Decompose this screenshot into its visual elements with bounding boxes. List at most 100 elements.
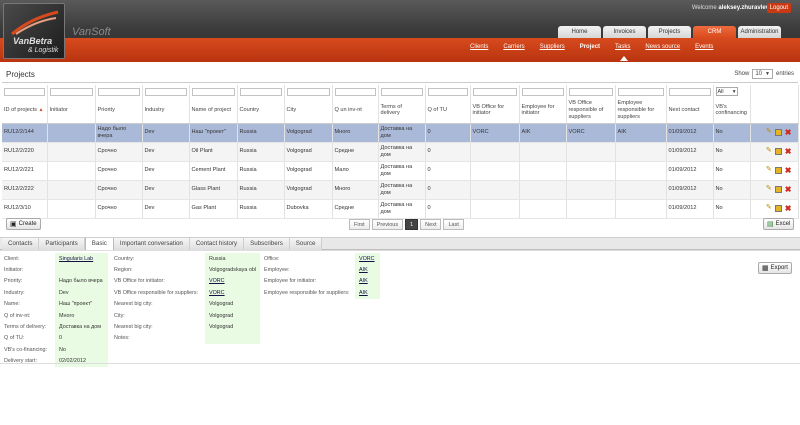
detail-link[interactable]: VORC <box>205 275 260 288</box>
filter-input[interactable] <box>144 87 187 96</box>
table-row[interactable]: RU12/3/10 Срочно Dev Gas Plant Russia Dubovka… <box>2 199 799 219</box>
table-cell <box>519 199 567 219</box>
column-header[interactable]: Terms of delivery <box>378 98 426 124</box>
copy-icon[interactable] <box>774 205 782 212</box>
detail-link[interactable]: Singularis Lab <box>55 253 108 265</box>
filter-all-select[interactable]: All ▾ <box>715 87 738 96</box>
delete-icon[interactable]: ✖ <box>785 148 792 156</box>
filter-input[interactable] <box>472 87 517 96</box>
table-cell <box>615 161 667 181</box>
create-button[interactable]: ▣ Create <box>6 218 41 230</box>
table-row[interactable]: RU12/2/220 Срочно Dev Oil Plant Russia Volgog… <box>2 142 799 162</box>
filter-input[interactable] <box>97 87 140 96</box>
tab-crm[interactable]: CRM <box>693 26 736 38</box>
column-header[interactable]: ID of projects ▲ <box>2 98 48 124</box>
copy-icon[interactable] <box>774 129 782 136</box>
column-header[interactable]: Initiator <box>47 98 96 124</box>
tab-participants[interactable]: Participants <box>39 238 85 250</box>
filter-input[interactable] <box>427 87 468 96</box>
tab-important-conversation[interactable]: Important conversation <box>113 238 190 250</box>
tab-administration[interactable]: Administration <box>738 26 781 38</box>
subnav-project[interactable]: Project <box>580 44 600 50</box>
pager-first[interactable]: First <box>349 219 370 230</box>
subnav-tasks[interactable]: Tasks <box>615 44 630 50</box>
column-header[interactable]: City <box>284 98 333 124</box>
filter-input[interactable] <box>521 87 564 96</box>
column-header[interactable]: Country <box>237 98 285 124</box>
tab-contacts[interactable]: Contacts <box>2 238 40 250</box>
column-header[interactable]: VB Office responsible of suppliers <box>566 98 616 124</box>
pager-last[interactable]: Last <box>443 219 464 230</box>
detail-link[interactable]: VORC <box>205 287 260 299</box>
subnav-events[interactable]: Events <box>695 44 713 50</box>
filter-input[interactable] <box>334 87 376 96</box>
copy-icon[interactable] <box>774 186 782 193</box>
column-header[interactable]: Employee for initiator <box>519 98 567 124</box>
table-cell: Cement Plant <box>189 161 238 181</box>
pager-page-1[interactable]: 1 <box>405 219 419 230</box>
detail-label: Nearest big city: <box>114 324 153 331</box>
copy-icon[interactable] <box>774 167 782 174</box>
table-cell <box>470 199 520 219</box>
filter-input[interactable] <box>668 87 711 96</box>
pagination: First Previous 1 Next Last <box>349 219 464 230</box>
detail-link[interactable]: AIK <box>355 264 380 276</box>
tab-subscribers[interactable]: Subscribers <box>244 238 290 250</box>
tab-invoices[interactable]: Invoices <box>603 26 646 38</box>
detail-label: Nearest big city: <box>114 301 153 308</box>
pager-previous[interactable]: Previous <box>371 219 404 230</box>
table-cell: Средне <box>332 199 379 219</box>
table-row[interactable]: RU12/2/221 Срочно Dev Cement Plant Russia Vol… <box>2 161 799 181</box>
delete-icon[interactable]: ✖ <box>785 167 792 175</box>
column-header[interactable]: VB Office for initiator <box>470 98 520 124</box>
table-cell <box>566 180 616 200</box>
show-entries-select[interactable]: 10 ▼ <box>752 69 773 79</box>
detail-label: Client: <box>4 255 20 262</box>
column-header[interactable]: Q un inv-nt <box>332 98 379 124</box>
table-row[interactable]: RU12/2/222 Срочно Dev Glass Plant Russia Volg… <box>2 180 799 200</box>
export-button[interactable]: ▦ Export <box>758 262 792 274</box>
logo[interactable]: VanBetra & Logistik <box>3 3 65 59</box>
column-header[interactable]: Industry <box>142 98 190 124</box>
filter-input[interactable] <box>286 87 330 96</box>
filter-input[interactable] <box>568 87 613 96</box>
logout-button[interactable]: Logout <box>766 3 791 13</box>
filter-input[interactable] <box>4 87 45 96</box>
column-header[interactable]: Name of project <box>189 98 238 124</box>
detail-link[interactable]: AIK <box>355 275 380 288</box>
filter-input[interactable] <box>239 87 282 96</box>
delete-icon[interactable]: ✖ <box>785 205 792 213</box>
detail-column-3: Office: VORC Employee: AIK Employee for init… <box>260 253 380 299</box>
edit-icon[interactable]: ✎ <box>766 204 772 212</box>
filter-input[interactable] <box>380 87 423 96</box>
edit-icon[interactable]: ✎ <box>766 185 772 193</box>
subnav-news-source[interactable]: News source <box>645 44 680 50</box>
filter-input[interactable] <box>191 87 235 96</box>
edit-icon[interactable]: ✎ <box>766 166 772 174</box>
tab-projects[interactable]: Projects <box>648 26 691 38</box>
filter-input[interactable] <box>617 87 664 96</box>
filter-input[interactable] <box>49 87 93 96</box>
tab-contact-history[interactable]: Contact history <box>189 238 245 250</box>
column-header[interactable]: Employee responsible for suppliers <box>615 98 667 124</box>
copy-icon[interactable] <box>774 148 782 155</box>
tab-source[interactable]: Source <box>289 238 323 250</box>
excel-button[interactable]: ▤ Excel <box>763 218 795 230</box>
detail-link[interactable]: VORC <box>355 253 380 265</box>
column-header[interactable]: Q of TU <box>425 98 471 124</box>
table-row[interactable]: RU12/2/144 Надо было вчера Dev Наш "проект"… <box>2 123 799 143</box>
subnav-clients[interactable]: Clients <box>470 44 488 50</box>
column-header[interactable]: Priority <box>95 98 143 124</box>
pager-next[interactable]: Next <box>420 219 442 230</box>
tab-home[interactable]: Home <box>558 26 601 38</box>
table-cell: Russia <box>237 123 285 143</box>
subnav-suppliers[interactable]: Suppliers <box>540 44 565 50</box>
edit-icon[interactable]: ✎ <box>766 128 772 136</box>
edit-icon[interactable]: ✎ <box>766 147 772 155</box>
subnav-carriers[interactable]: Carriers <box>503 44 524 50</box>
delete-icon[interactable]: ✖ <box>785 129 792 137</box>
column-header[interactable]: Next contact <box>666 98 714 124</box>
detail-link[interactable]: AIK <box>355 287 380 299</box>
column-header[interactable]: VB's confinancing <box>713 98 751 124</box>
delete-icon[interactable]: ✖ <box>785 186 792 194</box>
